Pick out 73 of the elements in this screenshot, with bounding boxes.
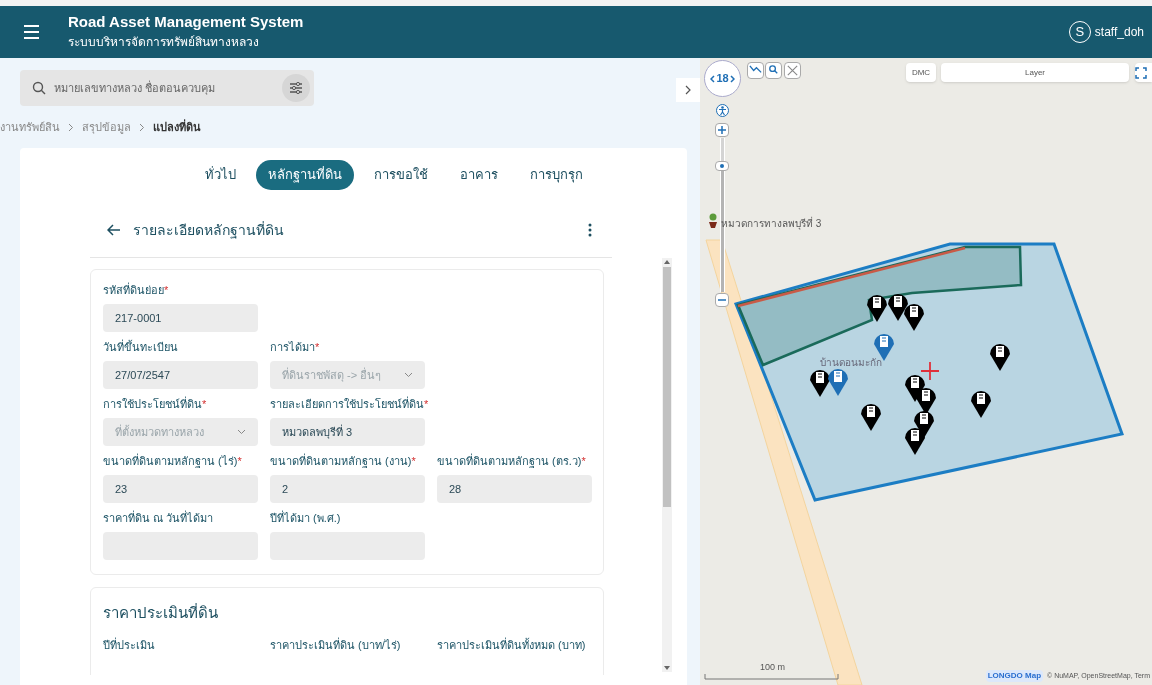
field-label: รหัสที่ดินย่อย* — [103, 282, 170, 298]
tab[interactable]: ทั่วไป — [192, 160, 248, 190]
field-label: ปีที่ประเมิน — [103, 636, 156, 653]
place-label: หมวดการทางลพบุรีที่ 3 — [721, 216, 822, 231]
zoom-navigator[interactable]: 18 — [704, 60, 741, 97]
crosshair-icon — [920, 361, 940, 381]
zoom-area-icon[interactable] — [765, 62, 782, 79]
zoom-out-button[interactable] — [715, 293, 729, 307]
input-field[interactable]: 28 — [437, 475, 592, 503]
input-field[interactable]: หมวดลพบุรีที่ 3 — [270, 418, 425, 446]
field-label: ราคาประเมินที่ดินทั้งหมด (บาท) — [437, 636, 587, 653]
dmc-button[interactable]: DMC — [906, 63, 936, 82]
more-options-icon[interactable] — [588, 223, 592, 237]
scale-label: 100 m — [760, 661, 785, 674]
app-title: Road Asset Management System — [68, 12, 304, 32]
pan-left-icon[interactable] — [710, 74, 716, 83]
chevron-right-icon — [685, 85, 691, 95]
tree-icon — [708, 213, 718, 229]
input-field[interactable]: 217-0001 — [103, 304, 258, 332]
building-marker-icon[interactable] — [828, 369, 848, 396]
field-label: การได้มา* — [270, 340, 321, 355]
field-label: ขนาดที่ดินตามหลักฐาน (ตร.ว)* — [437, 453, 587, 469]
sliders-icon — [289, 82, 303, 94]
search-input[interactable]: หมายเลขทางหลวง ชื่อตอนควบคุม — [54, 79, 274, 97]
field-label: ราคาประเมินที่ดิน (บาท/ไร่) — [270, 636, 402, 653]
minus-icon — [718, 299, 726, 301]
chevron-down-icon — [404, 372, 413, 378]
tab[interactable]: หลักฐานที่ดิน — [255, 160, 354, 190]
filter-button[interactable] — [282, 74, 310, 102]
building-marker-icon[interactable] — [867, 295, 887, 322]
field-label: ขนาดที่ดินตามหลักฐาน (งาน)* — [270, 453, 417, 469]
tab[interactable]: การบุกรุก — [517, 160, 595, 190]
logo[interactable]: LONGDO Map — [985, 670, 1044, 682]
search-icon — [32, 81, 46, 95]
scrollbar-thumb[interactable] — [663, 267, 671, 507]
scrollbar[interactable] — [662, 258, 672, 672]
zoom-slider-thumb[interactable] — [715, 161, 729, 171]
building-marker-icon[interactable] — [888, 294, 908, 321]
tab[interactable]: อาคาร — [447, 160, 510, 190]
input-field[interactable]: 27/07/2547 — [103, 361, 258, 389]
field-label: วันที่ขึ้นทะเบียน — [103, 339, 179, 355]
field-label: ปีที่ได้มา (พ.ศ.) — [270, 510, 342, 526]
building-marker-icon[interactable] — [861, 404, 881, 431]
tab[interactable]: การขอใช้ — [361, 160, 440, 190]
street-view-icon[interactable] — [716, 104, 729, 117]
layer-dropdown[interactable]: Layer — [941, 63, 1129, 82]
zoom-in-button[interactable] — [715, 123, 729, 137]
chevron-right-icon — [139, 122, 145, 132]
field-label: รายละเอียดการใช้ประโยชน์ที่ดิน* — [270, 396, 430, 412]
plus-icon — [718, 126, 726, 134]
field-label: ราคาที่ดิน ณ วันที่ได้มา — [103, 510, 215, 526]
detail-title: รายละเอียดหลักฐานที่ดิน — [133, 220, 284, 241]
user-name[interactable]: staff_doh — [1094, 23, 1144, 41]
building-marker-icon[interactable] — [810, 370, 830, 397]
building-marker-icon[interactable] — [971, 391, 991, 418]
building-marker-icon[interactable] — [904, 304, 924, 331]
section-title: ราคาประเมินที่ดิน — [103, 602, 219, 623]
building-marker-icon[interactable] — [990, 344, 1010, 371]
back-arrow-icon[interactable] — [107, 224, 121, 236]
field-label: การใช้ประโยชน์ที่ดิน* — [103, 396, 208, 412]
app-subtitle: ระบบบริหารจัดการทรัพย์สินทางหลวง — [68, 34, 260, 51]
close-icon[interactable] — [784, 62, 801, 79]
building-marker-icon[interactable] — [905, 428, 925, 455]
chevron-right-icon — [68, 122, 74, 132]
input-field[interactable]: 2 — [270, 475, 425, 503]
zoom-level: 18 — [716, 71, 729, 87]
chevron-down-icon — [237, 429, 246, 435]
place-label: บ้านดอนมะกัก — [820, 356, 882, 370]
fullscreen-button[interactable] — [1135, 63, 1152, 82]
field-label: ขนาดที่ดินตามหลักฐาน (ไร่)* — [103, 453, 243, 469]
input-field[interactable]: 23 — [103, 475, 258, 503]
pan-right-icon[interactable] — [729, 74, 735, 83]
search-field[interactable]: หมายเลขทางหลวง ชื่อตอนควบคุม — [20, 70, 314, 106]
